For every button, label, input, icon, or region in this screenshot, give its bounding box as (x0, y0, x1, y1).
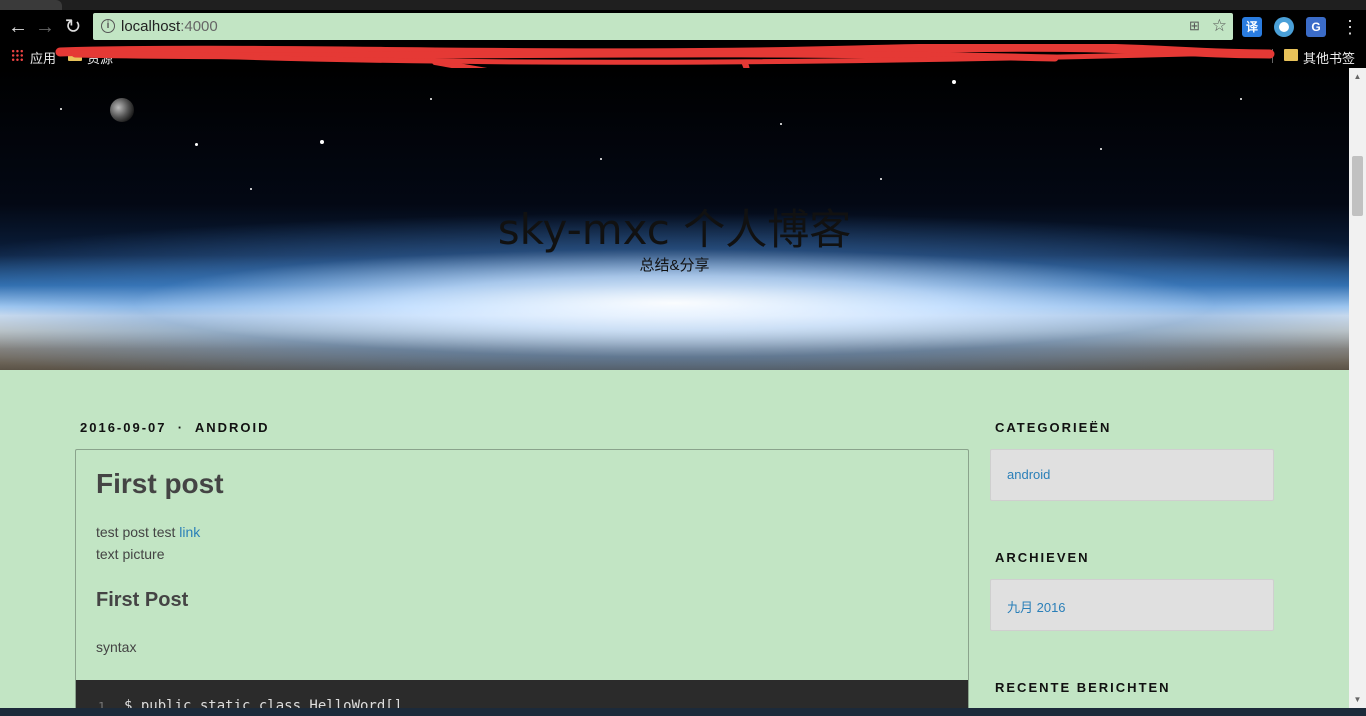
star-dot (1240, 98, 1242, 100)
code-block: 1 $ public static class HelloWord[] (76, 680, 968, 708)
post-date: 2016-09-07 (80, 420, 167, 435)
page-content: sky-mxc 个人博客 总结&分享 2016-09-07 · ANDROID … (0, 68, 1349, 708)
os-taskbar (0, 708, 1366, 716)
archives-box: 九月 2016 (990, 579, 1274, 631)
star-dot (60, 108, 62, 110)
post-title: First post (96, 468, 224, 499)
bookmark-other[interactable]: 其他书签 (1303, 48, 1355, 67)
browser-toolbar: ← → ↻ i localhost:4000 ⊞ ☆ 译 G ⋮ (0, 10, 1366, 44)
header-banner: sky-mxc 个人博客 总结&分享 (0, 68, 1349, 370)
post-paragraph: syntax (96, 639, 137, 655)
recent-posts-heading: RECENTE BERICHTEN (995, 680, 1171, 695)
reload-icon: ↻ (64, 16, 82, 38)
folder-icon (68, 50, 82, 61)
apps-grid-icon[interactable] (11, 49, 24, 62)
post-meta: 2016-09-07 · ANDROID (80, 420, 270, 435)
arrow-left-icon: ← (8, 16, 28, 38)
info-icon[interactable]: i (101, 19, 115, 33)
scroll-down-arrow-icon[interactable]: ▼ (1349, 691, 1366, 708)
categories-box: android (990, 449, 1274, 501)
active-tab[interactable] (0, 0, 62, 10)
url-port: :4000 (180, 18, 218, 35)
address-bar[interactable]: i localhost:4000 ⊞ ☆ (93, 13, 1233, 40)
bookmark-apps[interactable]: 应用 (30, 48, 56, 67)
star-dot (780, 123, 782, 125)
url-host: localhost (121, 18, 181, 35)
bookmark-folder-resources[interactable]: 资源 (87, 48, 113, 67)
meta-separator: · (177, 420, 185, 435)
tab-strip (0, 0, 1366, 10)
bookmark-divider (1272, 49, 1273, 63)
category-link[interactable]: android (1007, 467, 1050, 482)
archive-link[interactable]: 九月 2016 (1007, 597, 1066, 616)
post-subheading: First Post (96, 589, 189, 611)
archives-heading: ARCHIEVEN (995, 550, 1090, 565)
code-line: $ public static class HelloWord[] (124, 698, 403, 708)
url-text[interactable]: localhost:4000 (121, 18, 218, 35)
post-text: test post test (96, 524, 180, 540)
menu-icon[interactable]: ⋮ (1340, 16, 1360, 38)
star-dot (600, 158, 602, 160)
page-scrollbar[interactable]: ▲ ▼ (1349, 68, 1366, 708)
circle-extension-icon[interactable] (1274, 17, 1294, 37)
forward-button[interactable]: → (33, 15, 57, 39)
scroll-up-arrow-icon[interactable]: ▲ (1349, 68, 1366, 85)
star-icon[interactable]: ☆ (1212, 16, 1227, 36)
star-dot (320, 140, 324, 144)
back-button[interactable]: ← (6, 15, 30, 39)
site-subtitle: 总结&分享 (639, 257, 710, 274)
post-text-line: test post test link (96, 524, 200, 540)
star-dot (195, 143, 198, 146)
star-dot (880, 178, 882, 180)
arrow-right-icon: → (35, 16, 55, 38)
scroll-thumb[interactable] (1352, 156, 1363, 216)
star-dot (1100, 148, 1102, 150)
star-dot (430, 98, 432, 100)
translate-extension-icon[interactable]: 译 (1242, 17, 1262, 37)
post-category-link[interactable]: ANDROID (195, 420, 270, 435)
post-link[interactable]: link (179, 524, 200, 540)
reload-button[interactable]: ↻ (61, 15, 85, 39)
moon-image (110, 98, 134, 122)
translate-icon[interactable]: ⊞ (1189, 18, 1205, 34)
post-card: First post test post test link text pict… (75, 449, 969, 708)
code-line-number: 1 (98, 700, 106, 708)
categories-heading: CATEGORIEËN (995, 420, 1112, 435)
bookmarks-bar: 应用 资源 其他书签 (0, 44, 1366, 68)
star-dot (250, 188, 252, 190)
folder-icon (1284, 49, 1298, 61)
star-dot (952, 80, 956, 84)
site-title: sky-mxc 个人博客 (497, 205, 852, 254)
post-text-line: text picture (96, 546, 165, 562)
google-translate-extension-icon[interactable]: G (1306, 17, 1326, 37)
